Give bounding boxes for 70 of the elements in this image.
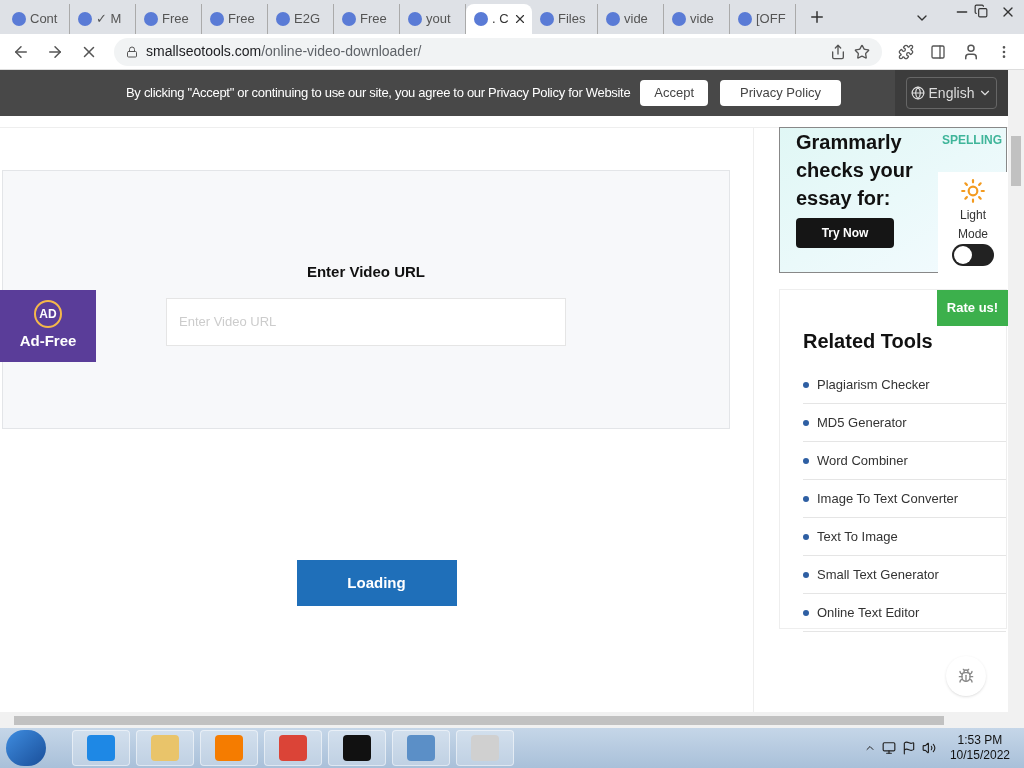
tab-favicon-icon xyxy=(738,12,752,26)
bug-report-button[interactable] xyxy=(946,656,986,696)
theme-switch[interactable] xyxy=(952,244,994,266)
tab-favicon-icon xyxy=(12,12,26,26)
clock-date: 10/15/2022 xyxy=(949,748,1010,763)
tab-title: Files xyxy=(558,10,586,29)
side-panel-icon[interactable] xyxy=(930,43,946,60)
related-tool-link[interactable]: Online Text Editor xyxy=(803,594,1006,632)
tab-favicon-icon xyxy=(78,12,92,26)
ad-free-label: Ad-Free xyxy=(19,330,77,351)
tab-title: Free xyxy=(162,10,189,29)
tab-title: vide xyxy=(690,10,714,29)
taskbar-app-button[interactable] xyxy=(328,730,386,766)
start-button[interactable] xyxy=(6,730,46,766)
related-tool-link[interactable]: Plagiarism Checker xyxy=(803,366,1006,404)
related-tool-link[interactable]: Image To Text Converter xyxy=(803,480,1006,518)
tab-favicon-icon xyxy=(540,12,554,26)
tab-favicon-icon xyxy=(408,12,422,26)
ad-tag: SPELLING xyxy=(942,131,1002,149)
tab-title: yout xyxy=(426,10,451,29)
bug-icon xyxy=(958,668,974,684)
clock[interactable]: 1:53 PM 10/15/2022 xyxy=(941,733,1018,763)
tab-title: Cont xyxy=(30,10,58,29)
bookmark-star-icon[interactable] xyxy=(854,43,870,60)
new-tab-icon[interactable] xyxy=(808,8,826,26)
tab-title: vide xyxy=(624,10,648,29)
tab-title: . C xyxy=(492,10,509,29)
tab-title: ✓ M xyxy=(96,10,122,29)
url-label: Enter Video URL xyxy=(306,262,426,282)
horizontal-scrollbar[interactable] xyxy=(0,712,1024,728)
try-now-button[interactable]: Try Now xyxy=(796,218,894,248)
tab-favicon-icon xyxy=(342,12,356,26)
tab-favicon-icon xyxy=(276,12,290,26)
globe-icon xyxy=(910,86,925,100)
volume-icon[interactable] xyxy=(921,741,936,755)
tab-title: E2G xyxy=(294,10,320,29)
tab-favicon-icon xyxy=(606,12,620,26)
cookie-text: By clicking "Accept" or continuing to use our site, you agree to our Privacy Policy for Website xyxy=(126,84,631,103)
tab-favicon-icon xyxy=(474,12,488,26)
vertical-scrollbar[interactable] xyxy=(1008,70,1024,712)
lock-icon xyxy=(126,45,138,58)
ad-free-badge[interactable]: AD Ad-Free xyxy=(0,290,96,362)
tab-title: Free xyxy=(360,10,387,29)
flag-icon[interactable] xyxy=(901,741,916,755)
related-tool-link[interactable]: Word Combiner xyxy=(803,442,1006,480)
tab-favicon-icon xyxy=(210,12,224,26)
ad-free-icon: AD xyxy=(34,299,62,328)
tab-title: [OFF xyxy=(756,10,786,29)
url-text: smallseotools.com/online-video-downloader/ xyxy=(146,42,422,61)
sun-icon xyxy=(960,178,986,204)
related-tool-link[interactable]: Small Text Generator xyxy=(803,556,1006,594)
address-bar[interactable]: smallseotools.com/online-video-downloader/ xyxy=(114,37,882,66)
cookie-button[interactable]: Privacy Policy xyxy=(720,80,842,106)
loading-button[interactable]: Loading xyxy=(296,560,457,606)
share-icon[interactable] xyxy=(830,43,846,60)
tab-favicon-icon xyxy=(672,12,686,26)
tab-title: Free xyxy=(228,10,255,29)
browser-tab[interactable]: . C xyxy=(466,4,532,34)
profile-icon[interactable] xyxy=(962,42,980,61)
clock-time: 1:53 PM xyxy=(957,733,1003,748)
related-tool-link[interactable]: Text To Image xyxy=(803,518,1006,556)
theme-label: Light Mode xyxy=(957,207,989,243)
language-selector[interactable]: English xyxy=(905,77,998,109)
related-tools-title: Related Tools xyxy=(803,329,934,354)
restore-icon[interactable] xyxy=(974,4,988,18)
ad-headline: Grammarly checks your essay for: xyxy=(796,130,914,211)
cookie-button[interactable]: Accept xyxy=(640,80,709,106)
tab-favicon-icon xyxy=(144,12,158,26)
related-tool-link[interactable]: MD5 Generator xyxy=(803,404,1006,442)
extensions-icon[interactable] xyxy=(898,43,914,60)
